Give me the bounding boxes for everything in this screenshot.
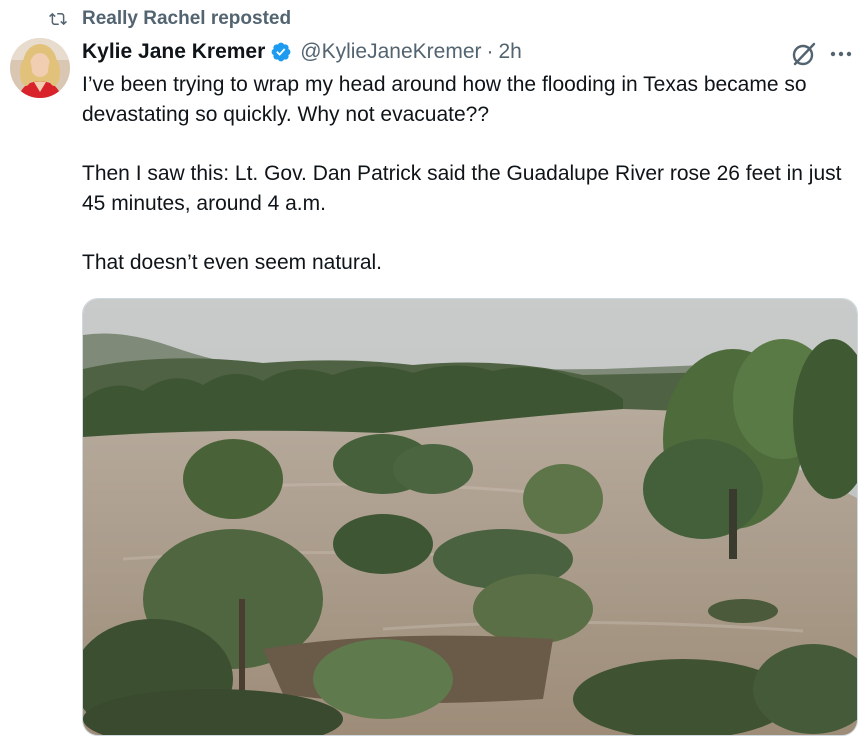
separator-dot: · [486, 40, 494, 63]
repost-icon [48, 10, 68, 28]
post-time[interactable]: 2h [499, 40, 522, 64]
author-handle[interactable]: @KylieJaneKremer [300, 40, 481, 64]
tweet-header: Kylie Jane Kremer @KylieJaneKremer · 2h [82, 38, 522, 66]
repost-indicator[interactable]: Really Rachel reposted [48, 7, 291, 31]
verified-badge-icon[interactable] [270, 41, 292, 63]
media-photo[interactable] [82, 298, 858, 736]
more-options-icon[interactable] [828, 41, 854, 67]
tweet-paragraph: Then I saw this: Lt. Gov. Dan Patrick sa… [82, 162, 842, 215]
avatar[interactable] [10, 38, 70, 98]
tweet-text: I’ve been trying to wrap my head around … [82, 70, 852, 307]
flooded-river-photo [83, 299, 857, 735]
author-display-name[interactable]: Kylie Jane Kremer [82, 40, 265, 64]
tweet-paragraph: I’ve been trying to wrap my head around … [82, 73, 807, 126]
tweet-paragraph: That doesn’t even seem natural. [82, 251, 383, 274]
header-actions [790, 40, 854, 68]
grok-icon[interactable] [790, 40, 818, 68]
repost-text: Really Rachel reposted [82, 8, 292, 29]
